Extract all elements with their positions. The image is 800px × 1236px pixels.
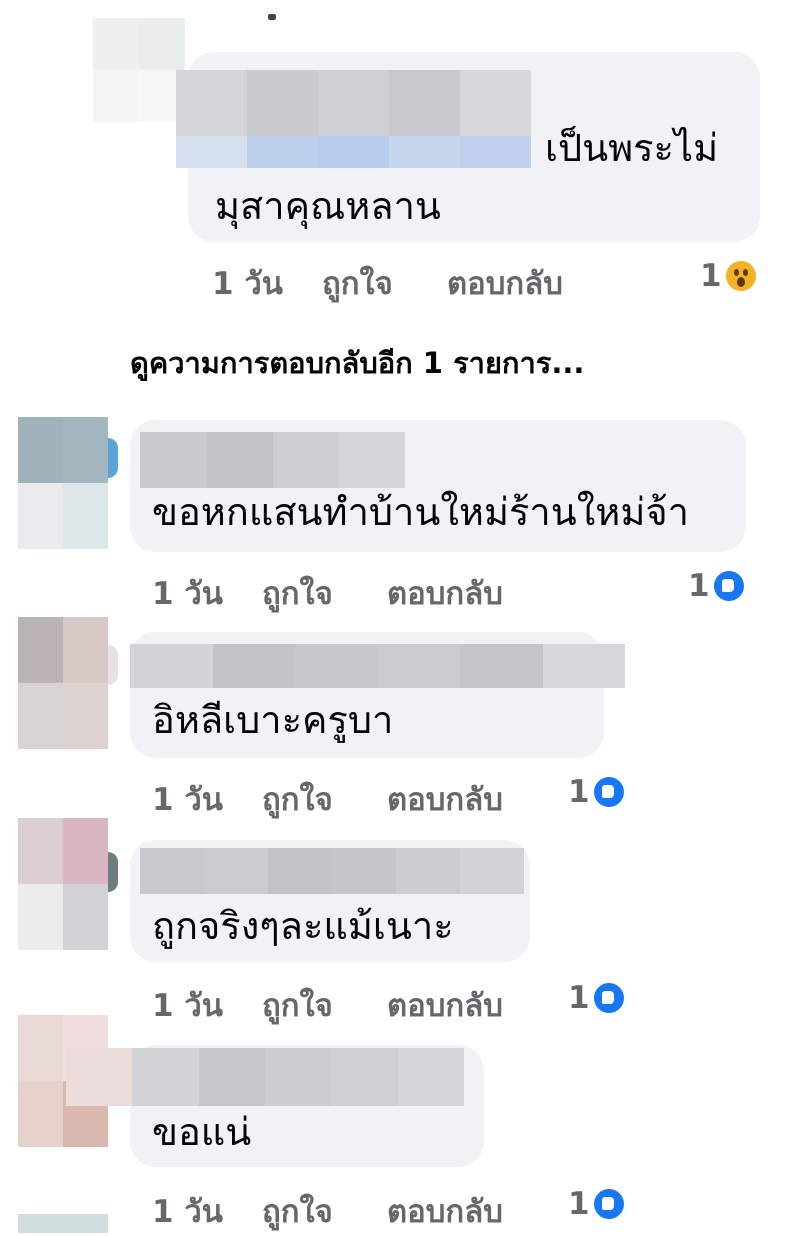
like-link[interactable]: ถูกใจ [322, 258, 393, 308]
view-more-replies-link[interactable]: ดูความการตอบกลับอีก 1 รายการ... [130, 340, 584, 386]
timestamp[interactable]: 1 วัน [152, 1186, 223, 1236]
like-icon [593, 777, 624, 807]
comment-text: ขอหกแสนทำบ้านใหม่ร้านใหม่จ้า [152, 490, 689, 534]
blurred-author-name[interactable] [140, 848, 524, 894]
avatar-edge [108, 438, 118, 478]
like-link[interactable]: ถูกใจ [262, 774, 333, 824]
reply-link[interactable]: ตอบกลับ [387, 568, 503, 618]
reaction-summary[interactable]: 1 [568, 980, 624, 1016]
comment-text: ขอแน่ [152, 1110, 252, 1154]
avatar[interactable] [18, 1214, 108, 1233]
timestamp[interactable]: 1 วัน [152, 980, 223, 1030]
reply-text-line2: มุสาคุณหลาน [215, 184, 441, 228]
reaction-count: 1 [688, 568, 710, 604]
reply-link[interactable]: ตอบกลับ [387, 1186, 503, 1236]
avatar[interactable] [93, 18, 185, 122]
like-icon [593, 983, 624, 1013]
avatar-edge [108, 852, 118, 892]
blurred-mention[interactable] [176, 136, 531, 168]
avatar-edge [108, 645, 118, 685]
reaction-count: 1 [568, 774, 590, 810]
avatar[interactable] [18, 417, 108, 549]
like-link[interactable]: ถูกใจ [262, 980, 333, 1030]
like-link[interactable]: ถูกใจ [262, 1186, 333, 1236]
reaction-summary[interactable]: 1 [568, 1186, 624, 1222]
reply-link[interactable]: ตอบกลับ [387, 774, 503, 824]
blurred-author-name[interactable] [140, 432, 405, 488]
timestamp[interactable]: 1 วัน [152, 774, 223, 824]
comment-text: ถูกจริงๆละแม้เนาะ [152, 904, 454, 948]
like-icon [713, 571, 744, 601]
reaction-summary[interactable]: 1 [700, 258, 756, 294]
blurred-author-name[interactable] [130, 644, 625, 688]
comment-text: อิหลีเบาะครูบา [152, 698, 394, 742]
reaction-count: 1 [568, 1186, 590, 1222]
top-mark [268, 14, 276, 20]
reply-text-line1: เป็นพระไม่ [545, 126, 719, 170]
reaction-summary[interactable]: 1 [568, 774, 624, 810]
reaction-summary[interactable]: 1 [688, 568, 744, 604]
like-icon [593, 1189, 624, 1219]
like-link[interactable]: ถูกใจ [262, 568, 333, 618]
timestamp[interactable]: 1 วัน [152, 568, 223, 618]
reaction-count: 1 [568, 980, 590, 1016]
reply-link[interactable]: ตอบกลับ [387, 980, 503, 1030]
reply-link[interactable]: ตอบกลับ [447, 258, 563, 308]
avatar[interactable] [18, 617, 108, 749]
wow-icon [725, 261, 756, 291]
blurred-author-name[interactable] [176, 70, 531, 136]
blurred-author-name[interactable] [66, 1048, 464, 1106]
reaction-count: 1 [700, 258, 722, 294]
avatar[interactable] [18, 818, 108, 950]
timestamp[interactable]: 1 วัน [212, 258, 283, 308]
